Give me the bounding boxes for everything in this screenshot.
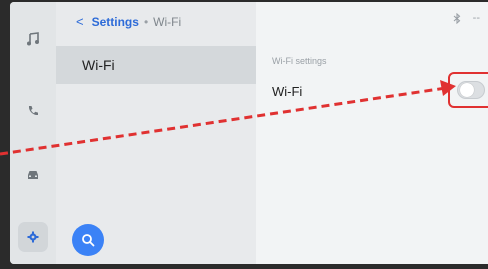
- annotation-arrow: [0, 80, 456, 156]
